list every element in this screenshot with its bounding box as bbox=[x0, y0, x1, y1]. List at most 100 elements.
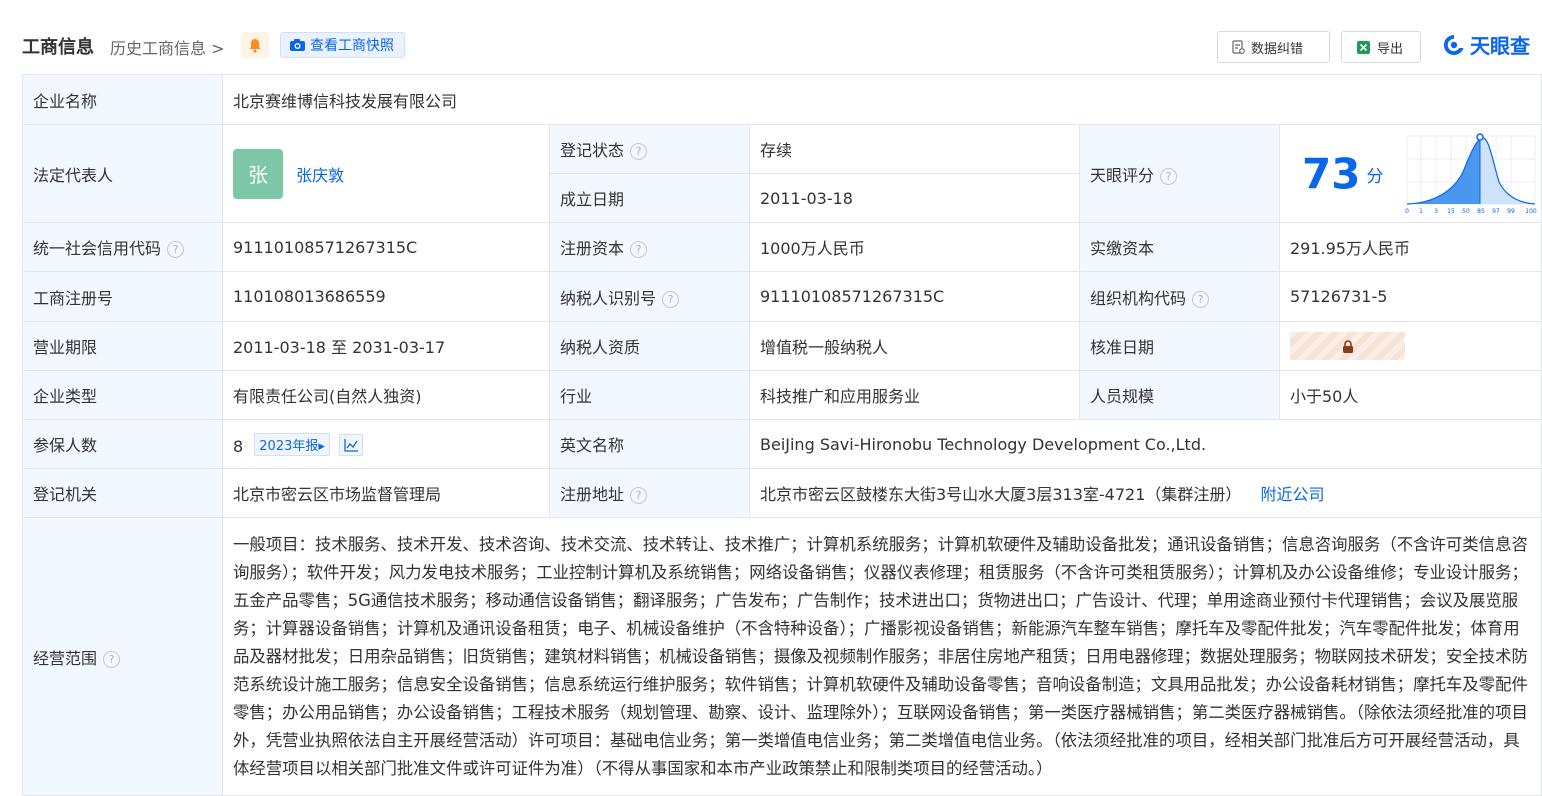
credit-code-value: 91110108571267315C bbox=[222, 222, 550, 272]
score-marker bbox=[1475, 132, 1484, 141]
company-type-value: 有限责任公司(自然人独资) bbox=[222, 370, 550, 420]
chevron-right-icon: > bbox=[206, 39, 225, 58]
annual-report-badge[interactable]: 2023年报▸ bbox=[254, 432, 330, 456]
table-row: 参保人数 8 2023年报▸ 英文名称 BeiJing Savi-Hironob… bbox=[22, 419, 1542, 469]
biz-term-label: 营业期限 bbox=[22, 321, 223, 371]
legal-rep-cell: 张 张庆敦 bbox=[222, 124, 550, 223]
edit-doc-icon bbox=[1232, 40, 1245, 54]
credit-code-label-cell: 统一社会信用代码? bbox=[22, 222, 223, 272]
approval-date-cell bbox=[1278, 321, 1542, 371]
reg-authority-value: 北京市密云区市场监督管理局 bbox=[222, 468, 550, 518]
vip-locked-value[interactable] bbox=[1290, 332, 1405, 360]
taxpayer-qual-value: 增值税一般纳税人 bbox=[749, 321, 1080, 371]
table-row: 营业期限 2011-03-18 至 2031-03-17 纳税人资质 增值税一般… bbox=[22, 321, 1542, 371]
reg-address-value: 北京市密云区鼓楼东大街3号山水大厦3层313室-4721（集群注册） bbox=[760, 485, 1242, 504]
legal-rep-name-link[interactable]: 张庆敦 bbox=[296, 166, 344, 185]
history-link-label: 历史工商信息 bbox=[110, 39, 207, 58]
reg-address-label-cell: 注册地址? bbox=[549, 468, 750, 518]
score-tick-label: 97 bbox=[1492, 208, 1500, 215]
score-tick-label: 50 bbox=[1462, 208, 1470, 215]
company-name-value: 北京赛维博信科技发展有限公司 bbox=[221, 74, 1542, 125]
export-button[interactable]: 导出 bbox=[1341, 31, 1421, 63]
staff-size-label: 人员规模 bbox=[1079, 370, 1280, 420]
table-row: 工商注册号 110108013686559 纳税人识别号? 9111010857… bbox=[22, 271, 1542, 322]
help-icon[interactable]: ? bbox=[630, 487, 648, 504]
scope-label-cell: 经营范围? bbox=[22, 517, 223, 796]
monitor-button[interactable] bbox=[241, 32, 269, 58]
company-name-label: 企业名称 bbox=[22, 74, 223, 125]
legal-rep-label: 法定代表人 bbox=[22, 124, 223, 223]
score-tick-label: 15 bbox=[1447, 208, 1455, 215]
score-tick-label: 85 bbox=[1477, 208, 1485, 215]
credit-code-label: 统一社会信用代码 bbox=[33, 239, 162, 258]
insured-cell: 8 2023年报▸ bbox=[222, 419, 550, 469]
score-tick-labels: 0 1 3 15 50 85 97 99 100 bbox=[1405, 208, 1537, 215]
brand-logo: 天眼查 bbox=[1441, 30, 1530, 59]
export-label: 导出 bbox=[1377, 41, 1404, 57]
taxpayer-id-label-cell: 纳税人识别号? bbox=[549, 271, 750, 322]
paid-capital-value: 291.95万人民币 bbox=[1278, 222, 1542, 272]
reg-capital-label-cell: 注册资本? bbox=[549, 222, 750, 272]
score-tick-label: 99 bbox=[1507, 208, 1515, 215]
org-code-value: 57126731-5 bbox=[1278, 271, 1542, 322]
taxpayer-id-label: 纳税人识别号 bbox=[560, 288, 657, 308]
data-correction-button[interactable]: 数据纠错 bbox=[1217, 31, 1330, 63]
excel-icon bbox=[1357, 40, 1370, 54]
reg-address-label: 注册地址 bbox=[560, 485, 625, 504]
history-link[interactable]: 历史工商信息 > bbox=[110, 35, 225, 59]
table-row: 企业类型 有限责任公司(自然人独资) 行业 科技推广和应用服务业 人员规模 小于… bbox=[22, 370, 1542, 420]
table-row: 法定代表人 张 张庆敦 登记状态? 存续 天眼评分? 73 分 0 1 3 15… bbox=[22, 124, 1542, 223]
industry-label: 行业 bbox=[549, 370, 750, 420]
data-correction-label: 数据纠错 bbox=[1251, 41, 1304, 57]
tianyancha-logo-icon bbox=[1443, 34, 1464, 55]
scope-label: 经营范围 bbox=[33, 648, 98, 668]
taxpayer-id-value: 91110108571267315C bbox=[749, 271, 1080, 322]
reg-capital-label: 注册资本 bbox=[560, 239, 625, 258]
help-icon[interactable]: ? bbox=[630, 143, 648, 160]
help-icon[interactable]: ? bbox=[167, 241, 185, 258]
score-label-cell: 天眼评分? bbox=[1079, 124, 1280, 223]
approval-date-label: 核准日期 bbox=[1079, 321, 1280, 371]
lock-icon bbox=[1342, 339, 1353, 353]
org-code-label: 组织机构代码 bbox=[1090, 288, 1187, 308]
brand-name: 天眼查 bbox=[1470, 34, 1530, 58]
score-label: 天眼评分 bbox=[1090, 165, 1155, 185]
table-row: 登记机关 北京市密云区市场监督管理局 注册地址? 北京市密云区鼓楼东大街3号山水… bbox=[22, 468, 1542, 518]
snapshot-button-label: 查看工商快照 bbox=[310, 38, 394, 54]
snapshot-button[interactable]: 查看工商快照 bbox=[280, 32, 405, 58]
reg-status-value: 存续 bbox=[749, 124, 1080, 174]
scope-value: 一般项目：技术服务、技术开发、技术咨询、技术交流、技术转让、技术推广；计算机系统… bbox=[221, 517, 1542, 796]
org-code-label-cell: 组织机构代码? bbox=[1079, 271, 1280, 322]
bell-icon bbox=[249, 38, 261, 53]
score-tick-label: 100 bbox=[1525, 208, 1537, 215]
insured-value: 8 bbox=[233, 436, 244, 456]
staff-size-value: 小于50人 bbox=[1278, 370, 1542, 420]
line-chart-icon bbox=[344, 438, 358, 452]
trend-chart-button[interactable] bbox=[339, 433, 363, 456]
nearby-companies-link[interactable]: 附近公司 bbox=[1261, 485, 1325, 504]
reg-status-label: 登记状态 bbox=[560, 141, 625, 160]
founded-value: 2011-03-18 bbox=[749, 173, 1080, 223]
biz-reg-no-value: 110108013686559 bbox=[222, 271, 550, 322]
section-title: 工商信息 bbox=[22, 37, 94, 58]
taxpayer-qual-label: 纳税人资质 bbox=[549, 321, 750, 371]
paid-capital-label: 实缴资本 bbox=[1079, 222, 1280, 272]
score-unit: 分 bbox=[1366, 167, 1384, 187]
help-icon[interactable]: ? bbox=[103, 650, 121, 668]
avatar: 张 bbox=[233, 148, 283, 199]
industry-value: 科技推广和应用服务业 bbox=[749, 370, 1080, 420]
help-icon[interactable]: ? bbox=[1160, 167, 1178, 185]
help-icon[interactable]: ? bbox=[1192, 290, 1210, 308]
founded-label: 成立日期 bbox=[549, 173, 750, 223]
business-info-table: 企业名称 北京赛维博信科技发展有限公司 法定代表人 张 张庆敦 登记状态? 存续… bbox=[22, 74, 1542, 796]
help-icon[interactable]: ? bbox=[630, 241, 648, 258]
score-cell[interactable]: 73 分 0 1 3 15 50 85 97 99 100 bbox=[1278, 124, 1542, 223]
help-icon[interactable]: ? bbox=[662, 290, 680, 308]
score-distribution-chart: 0 1 3 15 50 85 97 99 100 bbox=[1405, 132, 1537, 215]
reg-status-label-cell: 登记状态? bbox=[549, 124, 750, 174]
score-tick-label: 1 bbox=[1419, 208, 1423, 215]
score-tick-label: 0 bbox=[1405, 208, 1409, 215]
reg-address-cell: 北京市密云区鼓楼东大街3号山水大厦3层313室-4721（集群注册） 附近公司 bbox=[748, 468, 1542, 518]
insured-label: 参保人数 bbox=[22, 419, 223, 469]
score-value: 73 bbox=[1302, 149, 1361, 198]
